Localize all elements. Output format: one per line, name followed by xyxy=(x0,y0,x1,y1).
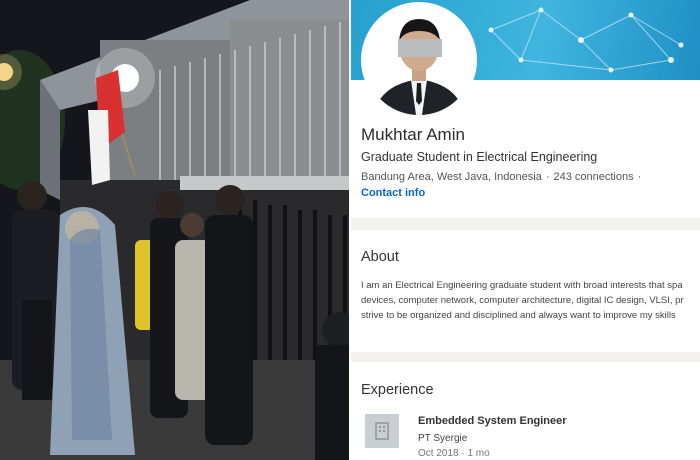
separator-dot: · xyxy=(637,171,642,183)
experience-heading: Experience xyxy=(361,382,434,398)
street-photo xyxy=(0,0,349,460)
company-building-icon[interactable] xyxy=(365,414,399,448)
experience-job-title[interactable]: Embedded System Engineer xyxy=(418,415,567,427)
about-line: I am an Electrical Engineering graduate … xyxy=(361,280,683,291)
avatar-photo xyxy=(364,5,474,115)
profile-avatar[interactable] xyxy=(361,2,477,118)
experience-dates: Oct 2018 · 1 mo xyxy=(418,448,490,459)
experience-card: Experience Embedded System Engineer PT S… xyxy=(351,362,700,460)
about-heading: About xyxy=(361,249,399,265)
profile-location-row: Bandung Area, West Java, Indonesia · 243 c… xyxy=(361,171,645,183)
profile-page: Mukhtar Amin Graduate Student in Electri… xyxy=(351,0,700,460)
about-card: About I am an Electrical Engineering gra… xyxy=(351,230,700,352)
profile-location: Bandung Area, West Java, Indonesia xyxy=(361,171,542,183)
about-text: I am an Electrical Engineering graduate … xyxy=(361,278,700,323)
separator-dot: · xyxy=(545,171,550,183)
connections-link[interactable]: 243 connections xyxy=(553,171,633,183)
crowd-at-fence-image xyxy=(0,0,349,460)
experience-company: PT Syergie xyxy=(418,433,468,444)
about-line: devices, computer network, computer arch… xyxy=(361,295,684,306)
contact-info-link[interactable]: Contact info xyxy=(361,187,425,199)
profile-name: Mukhtar Amin xyxy=(361,125,465,144)
profile-intro-card: Mukhtar Amin Graduate Student in Electri… xyxy=(351,0,700,218)
about-line: strive to be organized and disciplined a… xyxy=(361,310,676,321)
profile-headline: Graduate Student in Electrical Engineeri… xyxy=(361,150,598,164)
building-icon xyxy=(375,422,389,440)
